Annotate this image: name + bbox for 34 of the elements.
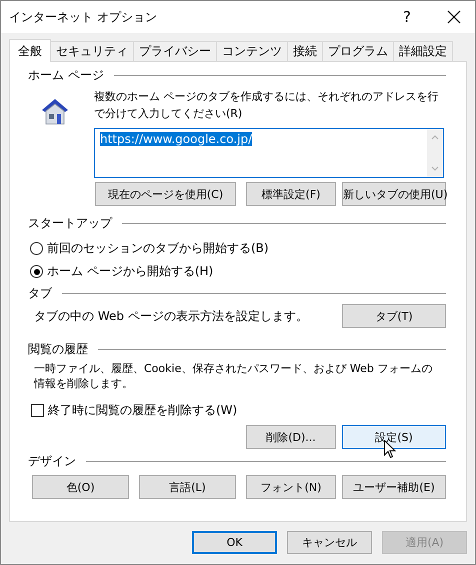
instruction-text: 複数のホーム ページのタブを作成するには、それぞれのアドレスを行で分けて入力してください(R) [94, 89, 440, 122]
section-heading: デザイン [28, 452, 76, 470]
radio-button[interactable] [30, 265, 43, 278]
scrollbar-drawing [427, 129, 443, 177]
close-icon[interactable] [447, 10, 461, 24]
tab[interactable]: 全般 [9, 39, 51, 62]
address-field[interactable]: https://www.google.co.jp/ [94, 128, 444, 178]
address-text: https://www.google.co.jp/ [100, 132, 252, 146]
radio-label: ホーム ページから開始する(H) [47, 263, 214, 280]
design-button[interactable]: 言語(L) [139, 475, 236, 499]
section-heading: 閲覧の履歴 [28, 340, 88, 358]
section-heading: スタートアップ [28, 214, 112, 232]
history-button[interactable]: 削除(D)... [246, 425, 336, 449]
section-heading: ホーム ページ [28, 66, 104, 84]
tabs-button[interactable]: タブ(T) [342, 304, 446, 328]
checkbox-label: 終了時に閲覧の履歴を削除する(W) [48, 402, 238, 419]
description-text: タブの中の Web ページの表示方法を設定します。 [34, 308, 308, 324]
radio-button[interactable] [30, 242, 43, 255]
page-button[interactable]: 現在のページを使用(C) [95, 182, 236, 206]
help-button[interactable]: ? [397, 8, 417, 26]
tab[interactable]: 詳細設定 [393, 41, 453, 61]
design-button[interactable]: ユーザー補助(E) [342, 475, 446, 499]
section-heading: タブ [28, 284, 52, 302]
page-button[interactable]: 標準設定(F) [246, 182, 336, 206]
page-button[interactable]: 新しいタブの使用(U) [342, 182, 446, 206]
dialog-button[interactable]: キャンセル [287, 531, 372, 554]
history-button[interactable]: 設定(S) [342, 425, 446, 449]
design-button[interactable]: 色(O) [32, 475, 129, 499]
radio-label: 前回のセッションのタブから開始する(B) [47, 240, 269, 257]
dialog-button[interactable]: OK [192, 531, 277, 554]
design-button[interactable]: フォント(N) [246, 475, 336, 499]
description-text: 一時ファイル、履歴、Cookie、保存されたパスワード、および Web フォームの情報を削除します。 [34, 361, 434, 391]
window-title: インターネット オプション [9, 8, 158, 26]
checkbox[interactable] [31, 404, 44, 417]
